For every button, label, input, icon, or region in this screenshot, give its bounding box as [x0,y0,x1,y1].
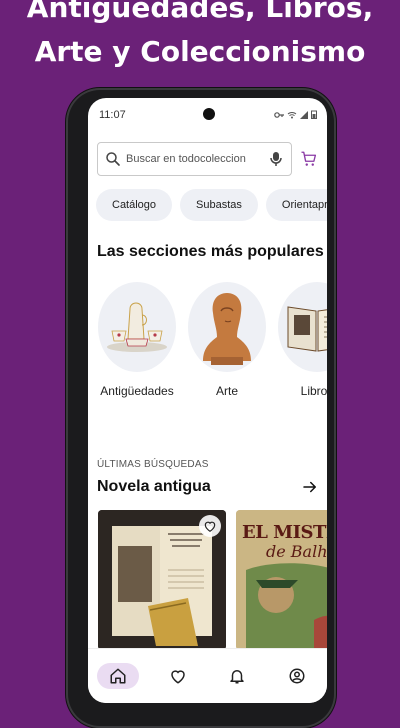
open-book-image [278,282,327,372]
search-input[interactable]: Buscar en todocoleccion [97,142,292,176]
cart-icon[interactable] [300,150,318,168]
signal-icon [300,110,308,119]
promo-headline-line1: Antigüedades, Libros, [26,0,374,24]
arrow-right-icon[interactable] [301,478,319,496]
card-text-sub: de Balha [266,542,327,561]
nav-notifications[interactable] [216,663,258,689]
nav-profile[interactable] [276,663,318,689]
status-time: 11:07 [99,109,126,121]
recent-search-title[interactable]: Novela antigua [97,478,211,496]
profile-icon [289,668,305,684]
wifi-icon [287,111,297,118]
section-item-arte[interactable]: Arte [188,282,266,398]
section-item-libros[interactable]: Libros [278,282,327,398]
sculpture-bust-image [188,282,266,372]
promo-headline: Antigüedades, Libros, Arte y Coleccionis… [0,0,400,74]
heart-icon [204,521,216,532]
section-label: Libros [300,384,327,398]
product-card-antique-book[interactable] [98,510,226,650]
card-text-top: EL MISTERIO [242,522,327,543]
porcelain-tea-set-image [98,282,176,372]
recent-search-cards: EL MISTERIO de Balha [98,510,327,650]
chip-row: Catálogo Subastas Orientaprecios [96,189,327,221]
search-icon [106,152,120,166]
home-icon [110,668,126,684]
popular-sections-title: Las secciones más populares [97,243,324,260]
nav-favorites[interactable] [157,663,199,689]
chip-orientaprecios[interactable]: Orientaprecios [265,189,327,221]
section-label: Arte [215,384,238,398]
app-screen: 11:07 Buscar en todocoleccion Catálogo S… [88,98,327,703]
key-icon [274,111,284,118]
chip-subastas[interactable]: Subastas [180,189,258,221]
nav-home[interactable] [96,663,139,689]
product-card-el-misterio[interactable]: EL MISTERIO de Balha [236,510,327,650]
front-camera [203,108,215,120]
favorite-button[interactable] [199,515,221,537]
battery-icon [311,110,317,119]
bottom-navigation [88,648,327,703]
search-placeholder: Buscar en todocoleccion [126,153,246,165]
promo-headline-line2: Arte y Coleccionismo [34,35,366,68]
chip-catalogo[interactable]: Catálogo [96,189,173,221]
bell-icon [230,670,245,684]
popular-sections-list: Antigüedades Arte Libro [98,282,327,398]
recent-searches-overline: ÚLTIMAS BÚSQUEDAS [97,459,209,470]
heart-icon [170,670,185,684]
status-icons [274,110,317,119]
section-item-antiguedades[interactable]: Antigüedades [98,282,176,398]
microphone-icon[interactable] [269,151,283,167]
section-label: Antigüedades [100,384,174,398]
